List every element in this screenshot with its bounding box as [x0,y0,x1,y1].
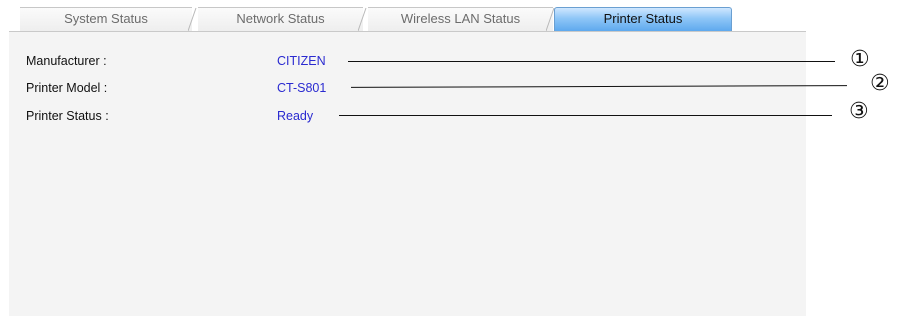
tab-wireless-lan-status[interactable]: Wireless LAN Status [368,7,553,31]
tab-network-status[interactable]: Network Status [198,7,363,31]
tab-label: System Status [64,11,148,26]
printer-status-label: Printer Status : [26,109,109,123]
tab-separator [358,7,367,31]
tab-system-status[interactable]: System Status [20,7,192,31]
callout-number-1: ① [850,47,870,72]
printer-status-value: Ready [277,109,314,123]
printer-model-value: CT-S801 [277,81,327,95]
tab-bar: System Status Network Status Wireless LA… [20,7,760,31]
manufacturer-label: Manufacturer : [26,54,107,68]
manufacturer-value: CITIZEN [277,54,326,68]
printer-status-panel: Manufacturer : CITIZEN Printer Model : C… [9,31,806,316]
callout-line-1 [348,61,835,62]
tab-label: Printer Status [603,11,683,26]
tab-printer-status[interactable]: Printer Status [554,7,732,31]
callout-number-3: ③ [849,99,869,124]
callout-line-3 [339,115,832,116]
printer-model-label: Printer Model : [26,81,108,95]
tab-label: Wireless LAN Status [400,11,521,26]
tab-separator [188,7,197,31]
callout-number-2: ② [870,71,890,96]
tab-label: Network Status [236,11,325,26]
